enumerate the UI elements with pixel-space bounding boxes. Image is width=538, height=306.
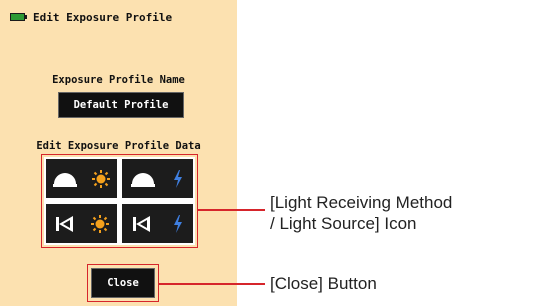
- profile-data-label: Edit Exposure Profile Data: [36, 140, 201, 152]
- icon-grid-callout-line2: / Light Source] Icon: [270, 214, 417, 233]
- title-bar: Edit Exposure Profile: [10, 8, 172, 26]
- icon-grid-callout-line1: [Light Receiving Method: [270, 193, 453, 212]
- icon-grid-callout: [Light Receiving Method / Light Source] …: [270, 192, 452, 234]
- screen-title: Edit Exposure Profile: [33, 10, 173, 24]
- profile-name-label: Exposure Profile Name: [52, 74, 185, 86]
- battery-icon: [10, 13, 27, 21]
- meter-screen: Edit Exposure Profile Exposure Profile N…: [0, 0, 237, 306]
- icon-grid-leader-line: [198, 209, 265, 211]
- close-button-leader-line: [159, 283, 265, 285]
- icon-grid-highlight: [41, 154, 198, 248]
- close-button-callout: [Close] Button: [270, 274, 377, 293]
- close-button-highlight: [87, 264, 159, 302]
- profile-name-button[interactable]: Default Profile: [58, 92, 184, 118]
